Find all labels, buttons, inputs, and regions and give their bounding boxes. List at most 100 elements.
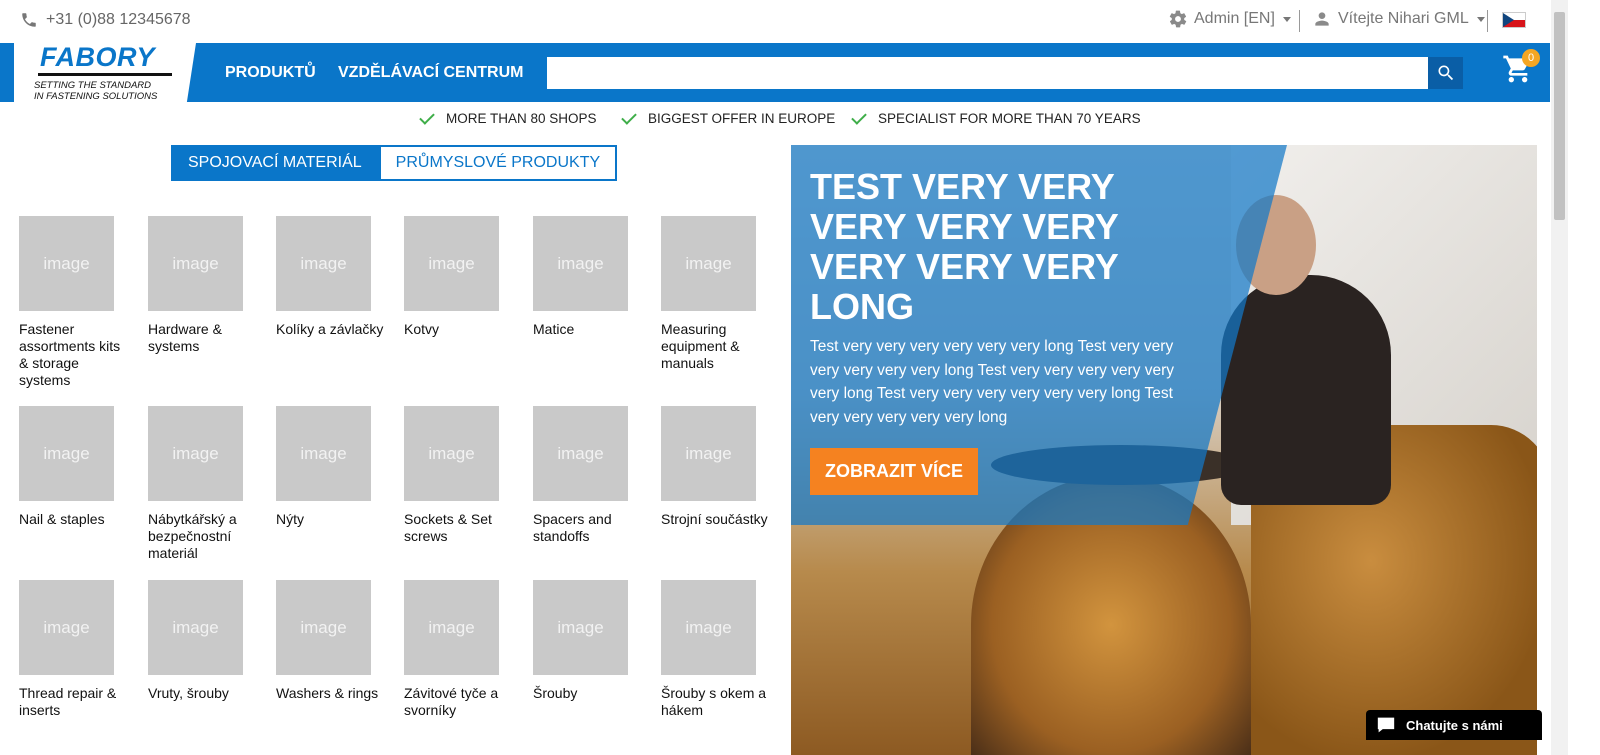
check-icon: [621, 108, 637, 125]
category-label: Washers & rings: [276, 685, 379, 701]
tab-fasteners[interactable]: SPOJOVACÍ MATERIÁL: [171, 145, 379, 181]
logo-wordmark: FABORY: [40, 42, 156, 72]
usp-text: MORE THAN 80 SHOPS: [446, 111, 597, 126]
category-image: image: [148, 580, 243, 675]
category-image: image: [404, 580, 499, 675]
category-label: Nail & staples: [19, 511, 105, 527]
logo-tagline: SETTING THE STANDARD IN FASTENING SOLUTI…: [34, 80, 157, 102]
category-label: Nýty: [276, 511, 304, 527]
category-label: Hardware & systems: [148, 321, 222, 354]
top-utility-bar: +31 (0)88 12345678 Admin [EN] Vítejte Ni…: [0, 0, 1568, 43]
category-image: image: [533, 216, 628, 311]
category-tile[interactable]: image Thread repair & inserts: [19, 580, 139, 719]
czech-flag-icon[interactable]: [1502, 12, 1526, 28]
check-icon: [419, 108, 435, 125]
usp-text: SPECIALIST FOR MORE THAN 70 YEARS: [878, 111, 1141, 126]
category-image: image: [19, 406, 114, 501]
category-image: image: [533, 406, 628, 501]
banner-text: Test very very very very very very long …: [810, 338, 1175, 426]
divider: [1299, 10, 1300, 32]
category-image: image: [276, 406, 371, 501]
category-tile[interactable]: image Spacers and standoffs: [533, 406, 653, 545]
phone-icon: [22, 13, 36, 27]
category-label: Matice: [533, 321, 575, 337]
usp-text: BIGGEST OFFER IN EUROPE: [648, 111, 836, 126]
category-tile[interactable]: image Fastener assortments kits & storage…: [19, 216, 139, 389]
category-image: image: [148, 216, 243, 311]
caret-down-icon: [1476, 16, 1485, 22]
category-tabs: SPOJOVACÍ MATERIÁL PRŮMYSLOVÉ PRODUKTY: [171, 145, 618, 181]
category-label: Nábytkářský a bezpečnostní materiál: [148, 511, 237, 561]
category-label: Šrouby: [533, 685, 578, 701]
usp-item: MORE THAN 80 SHOPS: [419, 108, 597, 126]
category-tile[interactable]: image Kolíky a závlačky: [276, 216, 396, 338]
category-label: Sockets & Set screws: [404, 511, 492, 544]
category-tile[interactable]: image Vruty, šrouby: [148, 580, 268, 702]
banner-title: TEST VERY VERY VERY VERY VERY VERY VERY …: [810, 166, 1119, 327]
category-image: image: [661, 580, 756, 675]
category-label: Šrouby s okem a hákem: [661, 685, 767, 718]
category-tile[interactable]: image Nail & staples: [19, 406, 139, 528]
nav-learning-center[interactable]: VZDĚLÁVACÍ CENTRUM: [338, 64, 523, 82]
search-button[interactable]: [1428, 57, 1463, 89]
category-image: image: [661, 406, 756, 501]
category-tile[interactable]: image Nábytkářský a bezpečnostní materiál: [148, 406, 268, 562]
category-label: Thread repair & inserts: [19, 685, 117, 718]
category-tile[interactable]: image Hardware & systems: [148, 216, 268, 355]
check-icon: [851, 108, 867, 125]
category-tile[interactable]: image Závitové tyče a svorníky: [404, 580, 524, 719]
category-label: Fastener assortments kits & storage syst…: [19, 321, 121, 388]
chat-bubble-icon: [1377, 717, 1395, 733]
category-tile[interactable]: image Sockets & Set screws: [404, 406, 524, 545]
admin-menu[interactable]: Admin [EN]: [1168, 9, 1291, 29]
phone-number: +31 (0)88 12345678: [46, 11, 191, 28]
category-image: image: [404, 406, 499, 501]
category-label: Strojní součástky: [661, 511, 768, 527]
nav-products[interactable]: PRODUKTŮ: [225, 64, 316, 82]
scrollbar-thumb[interactable]: [1554, 12, 1565, 220]
category-tile[interactable]: image Matice: [533, 216, 653, 338]
search-icon: [1438, 65, 1453, 81]
logo-tagline-line-1: SETTING THE STANDARD: [34, 80, 151, 91]
chat-widget-button[interactable]: Chatujte s námi: [1366, 710, 1542, 740]
promo-banner[interactable]: TEST VERY VERY VERY VERY VERY VERY VERY …: [791, 145, 1537, 755]
category-image: image: [276, 216, 371, 311]
page-scrollbar[interactable]: [1551, 0, 1568, 755]
search-input[interactable]: [547, 57, 1428, 89]
usp-item: SPECIALIST FOR MORE THAN 70 YEARS: [851, 108, 1141, 126]
divider: [1487, 10, 1488, 32]
category-tile[interactable]: image Measuring equipment & manuals: [661, 216, 781, 372]
category-image: image: [19, 580, 114, 675]
phone-contact[interactable]: +31 (0)88 12345678: [20, 11, 191, 29]
category-tile[interactable]: image Washers & rings: [276, 580, 396, 702]
category-label: Závitové tyče a svorníky: [404, 685, 499, 718]
category-image: image: [533, 580, 628, 675]
usp-item: BIGGEST OFFER IN EUROPE: [621, 108, 836, 126]
category-label: Measuring equipment & manuals: [661, 321, 740, 371]
category-label: Kotvy: [404, 321, 440, 337]
category-image: image: [19, 216, 114, 311]
category-tile[interactable]: image Šrouby s okem a hákem: [661, 580, 781, 719]
show-more-button[interactable]: ZOBRAZIT VÍCE: [810, 448, 978, 495]
category-tile[interactable]: image Šrouby: [533, 580, 653, 702]
user-label: Vítejte Nihari GML: [1338, 10, 1469, 27]
category-image: image: [661, 216, 756, 311]
user-menu[interactable]: Vítejte Nihari GML: [1312, 9, 1485, 29]
category-label: Kolíky a závlačky: [276, 321, 384, 337]
cart-count-badge: 0: [1522, 49, 1540, 67]
category-label: Spacers and standoffs: [533, 511, 612, 544]
tab-industrial-products[interactable]: PRŮMYSLOVÉ PRODUKTY: [378, 145, 618, 181]
chat-label: Chatujte s námi: [1406, 717, 1503, 733]
logo-tagline-line-2: IN FASTENING SOLUTIONS: [34, 91, 158, 102]
category-tile[interactable]: image Strojní součástky: [661, 406, 781, 528]
cart-button[interactable]: 0: [1502, 49, 1540, 87]
category-tile[interactable]: image Kotvy: [404, 216, 524, 338]
category-image: image: [148, 406, 243, 501]
banner-photo-person: [1221, 275, 1391, 505]
main-header: FABORY SETTING THE STANDARD IN FASTENING…: [0, 43, 1550, 102]
fabory-logo[interactable]: FABORY SETTING THE STANDARD IN FASTENING…: [14, 43, 196, 102]
category-tile[interactable]: image Nýty: [276, 406, 396, 528]
logo-underline: [38, 73, 172, 76]
gear-icon: [1169, 10, 1187, 28]
admin-label: Admin [EN]: [1194, 10, 1275, 27]
